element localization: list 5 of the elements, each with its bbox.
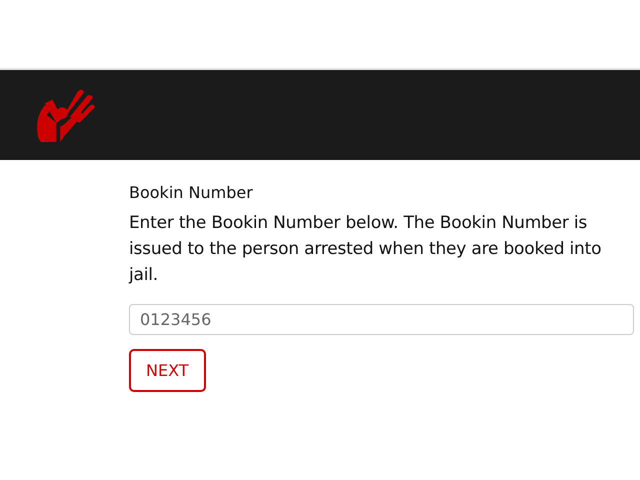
next-button[interactable]: NEXT bbox=[129, 349, 206, 392]
hand-logo-icon bbox=[35, 88, 97, 142]
field-label: Bookin Number bbox=[129, 182, 254, 204]
instructions: Enter the Bookin Number below. The Bookin Number is issued to the person arrested when they are booked into jail. bbox=[129, 212, 602, 287]
input-field[interactable]: 0123456 bbox=[129, 304, 634, 335]
